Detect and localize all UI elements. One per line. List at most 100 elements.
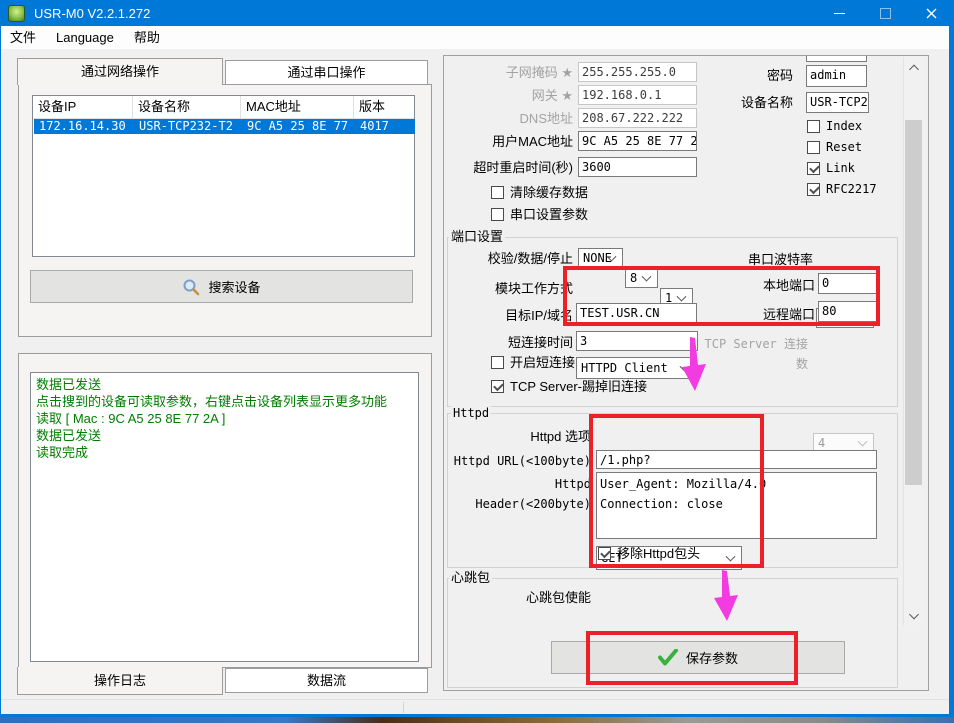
password-input[interactable]: admin xyxy=(806,65,867,87)
search-icon xyxy=(182,278,200,296)
window-border-left xyxy=(0,26,1,717)
menu-file[interactable]: 文件 xyxy=(0,26,46,50)
databits-select[interactable]: 8 xyxy=(625,268,658,288)
col-device-ip[interactable]: 设备IP xyxy=(33,96,133,118)
tcpconn-label: TCP Server 连接数 xyxy=(698,334,808,374)
shortconn-label: 短连接时间 xyxy=(445,333,573,353)
log-line: 数据已发送 xyxy=(36,376,413,393)
cell-device-ip: 172.16.14.30 xyxy=(34,119,134,134)
checkbox-index-label: Index xyxy=(826,119,862,134)
log-line: 读取完成 xyxy=(36,444,413,461)
save-params-button[interactable]: 保存参数 xyxy=(551,641,845,674)
checkbox-remove-httpd-header[interactable] xyxy=(598,547,611,560)
save-params-label: 保存参数 xyxy=(686,648,738,667)
tab-network-operate[interactable]: 通过网络操作 xyxy=(17,58,223,85)
app-logo-icon xyxy=(8,5,25,22)
desktop-edge-strip xyxy=(0,717,954,723)
checkbox-link-label: Link xyxy=(826,161,855,176)
chevron-down-icon xyxy=(726,552,736,562)
status-bar xyxy=(0,699,954,714)
remoteport-input[interactable]: 80 xyxy=(818,301,877,322)
localport-input[interactable]: 0 xyxy=(818,273,877,294)
parity-select[interactable]: NONE xyxy=(578,248,623,268)
checkbox-link[interactable] xyxy=(807,162,820,175)
window-title: USR-M0 V2.2.1.272 xyxy=(34,6,150,21)
checkbox-index[interactable] xyxy=(807,120,820,133)
port-settings-group-label: 端口设置 xyxy=(449,230,505,244)
tab-data-stream[interactable]: 数据流 xyxy=(225,668,428,693)
cell-mac: 9C A5 25 8E 77 2A xyxy=(242,119,355,134)
target-ip-input[interactable]: TEST.USR.CN xyxy=(576,303,697,323)
checkbox-clear-cache-label: 清除缓存数据 xyxy=(510,185,588,200)
dns-label: DNS地址 xyxy=(445,109,573,129)
col-version[interactable]: 版本 xyxy=(354,96,414,118)
app-window: USR-M0 V2.2.1.272 文件 Language 帮助 通过网络操作 … xyxy=(0,0,954,723)
mac-label: 用户MAC地址 xyxy=(445,132,573,152)
shortconn-input[interactable]: 3 xyxy=(576,331,698,351)
device-name-label: 设备名称 xyxy=(725,93,793,113)
device-row-selected[interactable]: 172.16.14.30 USR-TCP232-T2 9C A5 25 8E 7… xyxy=(34,119,415,134)
cell-device-name: USR-TCP232-T2 xyxy=(134,119,242,134)
chevron-down-icon xyxy=(680,362,690,372)
log-line: 读取 [ Mac : 9C A5 25 8E 77 2A ] xyxy=(36,410,413,427)
checkbox-rfc2217-label: RFC2217 xyxy=(826,182,877,197)
localport-label: 本地端口 xyxy=(742,276,815,296)
device-list: 设备IP 设备名称 MAC地址 版本 172.16.14.30 USR-TCP2… xyxy=(32,95,415,257)
search-device-label: 搜索设备 xyxy=(208,277,260,296)
httpd-group-label: Httpd xyxy=(451,406,491,420)
col-mac[interactable]: MAC地址 xyxy=(241,96,354,118)
remoteport-label: 远程端口 xyxy=(742,305,815,325)
checkbox-clear-cache[interactable] xyxy=(491,186,504,199)
chevron-down-icon xyxy=(677,292,687,302)
httpd-url-input[interactable]: /1.php? xyxy=(596,450,877,469)
maximize-button[interactable] xyxy=(862,0,908,26)
checkbox-serial-set[interactable] xyxy=(491,208,504,221)
httpd-header-textarea[interactable]: User_Agent: Mozilla/4.0 Connection: clos… xyxy=(596,472,877,539)
menu-language[interactable]: Language xyxy=(46,26,124,50)
checkbox-reset[interactable] xyxy=(807,141,820,154)
maximize-icon xyxy=(880,8,891,19)
chevron-up-icon xyxy=(909,65,919,75)
checkbox-kick-old-label: TCP Server-踢掉旧连接 xyxy=(510,379,647,394)
menu-help[interactable]: 帮助 xyxy=(124,26,170,50)
scroll-down-button[interactable] xyxy=(904,606,923,625)
scroll-up-button[interactable] xyxy=(904,57,923,76)
checkbox-remove-httpd-header-label: 移除Httpd包头 xyxy=(617,546,700,561)
httpd-header-label: Httpd Header(<200byte) xyxy=(443,474,591,514)
chevron-down-icon xyxy=(642,272,652,282)
checkbox-enable-short[interactable] xyxy=(491,356,504,369)
password-label: 密码 xyxy=(738,66,793,86)
close-icon xyxy=(926,8,937,19)
subnet-label: 子网掩码 ★ xyxy=(445,63,573,83)
workmode-select[interactable]: HTTPD Client xyxy=(576,357,696,379)
tab-serial-operate[interactable]: 通过串口操作 xyxy=(225,60,428,85)
target-ip-label: 目标IP/域名 xyxy=(445,306,573,326)
subnet-input[interactable]: 255.255.255.0 xyxy=(578,62,697,82)
window-border-right xyxy=(949,26,954,717)
search-device-button[interactable]: 搜索设备 xyxy=(30,270,413,303)
dns-input[interactable]: 208.67.222.222 xyxy=(578,108,697,128)
httpd-url-label: Httpd URL(<100byte) xyxy=(443,451,591,471)
checkbox-kick-old[interactable] xyxy=(491,380,504,393)
col-device-name[interactable]: 设备名称 xyxy=(133,96,241,118)
device-name-input[interactable]: USR-TCP23 xyxy=(806,92,869,113)
clipped-input xyxy=(806,56,867,62)
status-bar-divider xyxy=(403,702,404,713)
tab-operation-log[interactable]: 操作日志 xyxy=(17,667,223,695)
chevron-down-icon xyxy=(909,610,919,620)
operation-log[interactable]: 数据已发送 点击搜到的设备可读取参数，右键点击设备列表显示更多功能 读取 [ M… xyxy=(30,372,419,662)
baud-label: 串口波特率 xyxy=(726,250,813,270)
minimize-button[interactable] xyxy=(816,0,862,26)
scroll-thumb[interactable] xyxy=(905,120,922,485)
checkbox-enable-short-label: 开启短连接 xyxy=(510,355,575,370)
reboot-time-input[interactable]: 3600 xyxy=(578,157,697,177)
log-line: 点击搜到的设备可读取参数，右键点击设备列表显示更多功能 xyxy=(36,393,413,410)
vertical-scrollbar[interactable] xyxy=(903,57,922,625)
mac-input[interactable]: 9C A5 25 8E 77 2A xyxy=(578,131,697,151)
close-button[interactable] xyxy=(908,0,954,26)
checkbox-serial-set-label: 串口设置参数 xyxy=(510,207,588,222)
workmode-label: 模块工作方式 xyxy=(445,279,573,299)
gateway-input[interactable]: 192.168.0.1 xyxy=(578,85,697,105)
cell-version: 4017 xyxy=(355,119,415,134)
checkbox-rfc2217[interactable] xyxy=(807,183,820,196)
